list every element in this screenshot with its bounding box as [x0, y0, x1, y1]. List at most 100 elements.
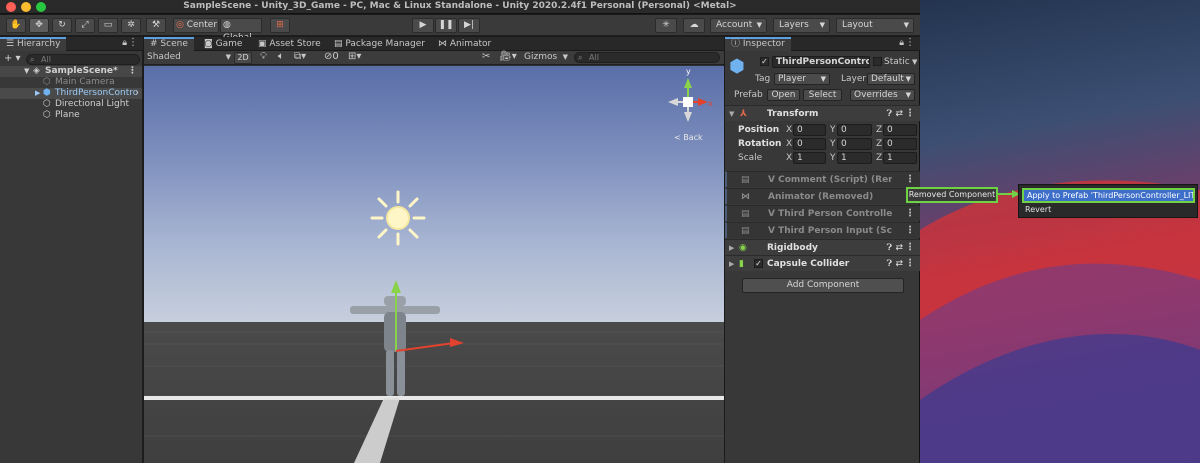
prefab-select-button[interactable]: Select: [803, 89, 842, 101]
rotation-x-field[interactable]: 0: [793, 138, 826, 150]
transform-tool-button[interactable]: ✲: [121, 18, 141, 33]
removed-component-v-comment[interactable]: ▤ V Comment (Script) (Remove ⋮: [725, 171, 920, 187]
prefab-overrides-dropdown[interactable]: Overrides ▼: [850, 89, 915, 101]
removed-component-menu-trigger[interactable]: Removed Component: [906, 187, 998, 203]
tab-inspector[interactable]: ⓘ Inspector: [725, 37, 791, 51]
pivot-mode-button[interactable]: ◎ Center: [173, 18, 219, 33]
inspector-tab-label: Inspector: [742, 39, 785, 49]
scale-z-field[interactable]: 1: [883, 152, 917, 164]
chevron-down-icon: ▼: [905, 91, 911, 99]
shading-mode-dropdown[interactable]: Shaded ▼: [147, 52, 231, 63]
preset-icon[interactable]: ⇄: [895, 256, 903, 272]
scene-viewport[interactable]: y x < Back: [144, 66, 724, 463]
hierarchy-item-main-camera[interactable]: ⬡ Main Camera: [0, 77, 142, 88]
position-z-field[interactable]: 0: [883, 124, 917, 136]
tab-game[interactable]: ◙ Game: [198, 37, 248, 51]
tab-scene[interactable]: # Scene: [144, 37, 194, 51]
preset-icon[interactable]: ⇄: [895, 106, 903, 122]
pause-button[interactable]: ❚❚: [435, 18, 457, 33]
collab-button[interactable]: ✳: [655, 18, 677, 33]
grid-toggle-icon[interactable]: ⊞▾: [348, 51, 361, 62]
kebab-menu-icon[interactable]: ⋮: [905, 240, 915, 256]
scene-root-row[interactable]: ▼ ◈ SampleScene* ⋮: [0, 66, 142, 77]
removed-component-v-third-person-input[interactable]: ▤ V Third Person Input (Script) ⋮: [725, 222, 920, 238]
chevron-down-icon: ▼: [562, 53, 568, 61]
removed-component-v-third-person-controller[interactable]: ▤ V Third Person Controller (Sc ⋮: [725, 205, 920, 221]
kebab-menu-icon[interactable]: ⋮: [905, 206, 915, 222]
position-y-field[interactable]: 0: [837, 124, 872, 136]
help-icon[interactable]: ❓︎: [887, 240, 892, 256]
effects-icon[interactable]: ⧉▾: [294, 51, 306, 62]
back-view-label[interactable]: < Back: [674, 133, 703, 142]
tools-icon[interactable]: ✂: [482, 51, 490, 62]
tab-package-manager[interactable]: ▤ Package Manager: [328, 37, 431, 51]
lightbulb-icon[interactable]: 💡︎: [260, 51, 267, 62]
preset-icon[interactable]: ⇄: [895, 240, 903, 256]
position-x-field[interactable]: 0: [793, 124, 826, 136]
rotation-z-field[interactable]: 0: [883, 138, 917, 150]
account-dropdown[interactable]: Account ▼: [710, 18, 767, 33]
visibility-icon[interactable]: ⊘0: [324, 51, 339, 62]
layers-dropdown[interactable]: Layers ▼: [773, 18, 830, 33]
rect-tool-button[interactable]: ▭: [98, 18, 118, 33]
tab-asset-store[interactable]: ▣ Asset Store: [252, 37, 327, 51]
rigidbody-component-header[interactable]: ▶ ◉ Rigidbody ❓︎ ⇄ ⋮: [725, 239, 920, 255]
scale-x-field[interactable]: 1: [793, 152, 826, 164]
kebab-menu-icon[interactable]: ⋮: [905, 37, 915, 48]
help-icon[interactable]: ❓︎: [887, 256, 892, 272]
tag-dropdown[interactable]: Player ▼: [774, 73, 830, 85]
rotate-tool-button[interactable]: ↻: [52, 18, 72, 33]
rotation-y-field[interactable]: 0: [837, 138, 872, 150]
audio-icon[interactable]: 🔈︎: [278, 51, 284, 62]
hand-tool-button[interactable]: ✋: [6, 18, 26, 33]
removed-component-animator[interactable]: ⋈ Animator (Removed) ⋮: [725, 188, 920, 204]
object-name-field[interactable]: ThirdPersonController_: [772, 56, 870, 68]
custom-tool-button[interactable]: ⚒: [146, 18, 166, 33]
create-button[interactable]: + ▾: [4, 53, 21, 64]
directional-light-gizmo[interactable]: [370, 190, 426, 246]
space-mode-button[interactable]: ◍ Global: [220, 18, 262, 43]
active-checkbox[interactable]: ✓: [760, 57, 769, 66]
scale-y-field[interactable]: 1: [837, 152, 872, 164]
kebab-menu-icon[interactable]: ⋮: [905, 172, 915, 188]
hierarchy-item-plane[interactable]: ⬡ Plane: [0, 110, 142, 121]
chevron-down-icon: ▼: [819, 21, 825, 29]
prefab-open-button[interactable]: Open: [767, 89, 800, 101]
grid-snap-button[interactable]: ⊞: [270, 18, 290, 33]
gizmos-dropdown[interactable]: Gizmos ▼: [524, 52, 568, 63]
orientation-gizmo[interactable]: [668, 78, 708, 122]
hierarchy-item-directional-light[interactable]: ⬡ Directional Light: [0, 99, 142, 110]
enabled-checkbox[interactable]: ✓: [754, 259, 763, 268]
step-button[interactable]: ▶|: [458, 18, 480, 33]
tab-animator[interactable]: ⋈ Animator: [432, 37, 497, 51]
kebab-menu-icon[interactable]: ⋮: [128, 37, 138, 48]
camera-icon[interactable]: 🎥︎▾: [499, 51, 517, 62]
transform-component-header[interactable]: ▼ ⅄ Transform ❓︎ ⇄ ⋮: [725, 105, 920, 121]
hierarchy-search-input[interactable]: ⌕ All: [26, 54, 140, 65]
lock-icon[interactable]: 🔒︎: [122, 38, 127, 48]
static-dropdown[interactable]: Static ▼: [884, 56, 917, 68]
layout-dropdown[interactable]: Layout ▼: [836, 18, 914, 33]
static-checkbox[interactable]: [873, 57, 882, 66]
move-tool-button[interactable]: ✥: [29, 18, 49, 33]
hierarchy-item-third-person-controller[interactable]: ▶ ⬢ ThirdPersonContro ›: [0, 88, 142, 99]
chevron-right-icon[interactable]: ›: [135, 88, 139, 99]
play-button[interactable]: ▶: [412, 18, 434, 33]
cloud-button[interactable]: ☁: [683, 18, 705, 33]
add-component-button[interactable]: Add Component: [742, 278, 904, 293]
lock-icon[interactable]: 🔒︎: [899, 38, 904, 48]
search-placeholder: All: [41, 55, 51, 64]
apply-to-prefab-menu-item[interactable]: Apply to Prefab 'ThirdPersonController_L…: [1022, 188, 1195, 203]
help-icon[interactable]: ❓︎: [887, 106, 892, 122]
kebab-menu-icon[interactable]: ⋮: [905, 256, 915, 272]
scene-search-input[interactable]: ⌕ All: [574, 52, 720, 63]
toggle-2d-button[interactable]: 2D: [234, 52, 252, 64]
revert-menu-item[interactable]: Revert: [1025, 205, 1051, 214]
scale-tool-button[interactable]: ⤢: [75, 18, 95, 33]
capsule-collider-component-header[interactable]: ▶ ▮ ✓ Capsule Collider ❓︎ ⇄ ⋮: [725, 255, 920, 271]
kebab-menu-icon[interactable]: ⋮: [905, 106, 915, 122]
kebab-menu-icon[interactable]: ⋮: [128, 66, 137, 77]
tab-hierarchy[interactable]: ☰ Hierarchy: [0, 37, 67, 51]
layer-dropdown[interactable]: Default ▼: [867, 73, 915, 85]
kebab-menu-icon[interactable]: ⋮: [905, 223, 915, 239]
